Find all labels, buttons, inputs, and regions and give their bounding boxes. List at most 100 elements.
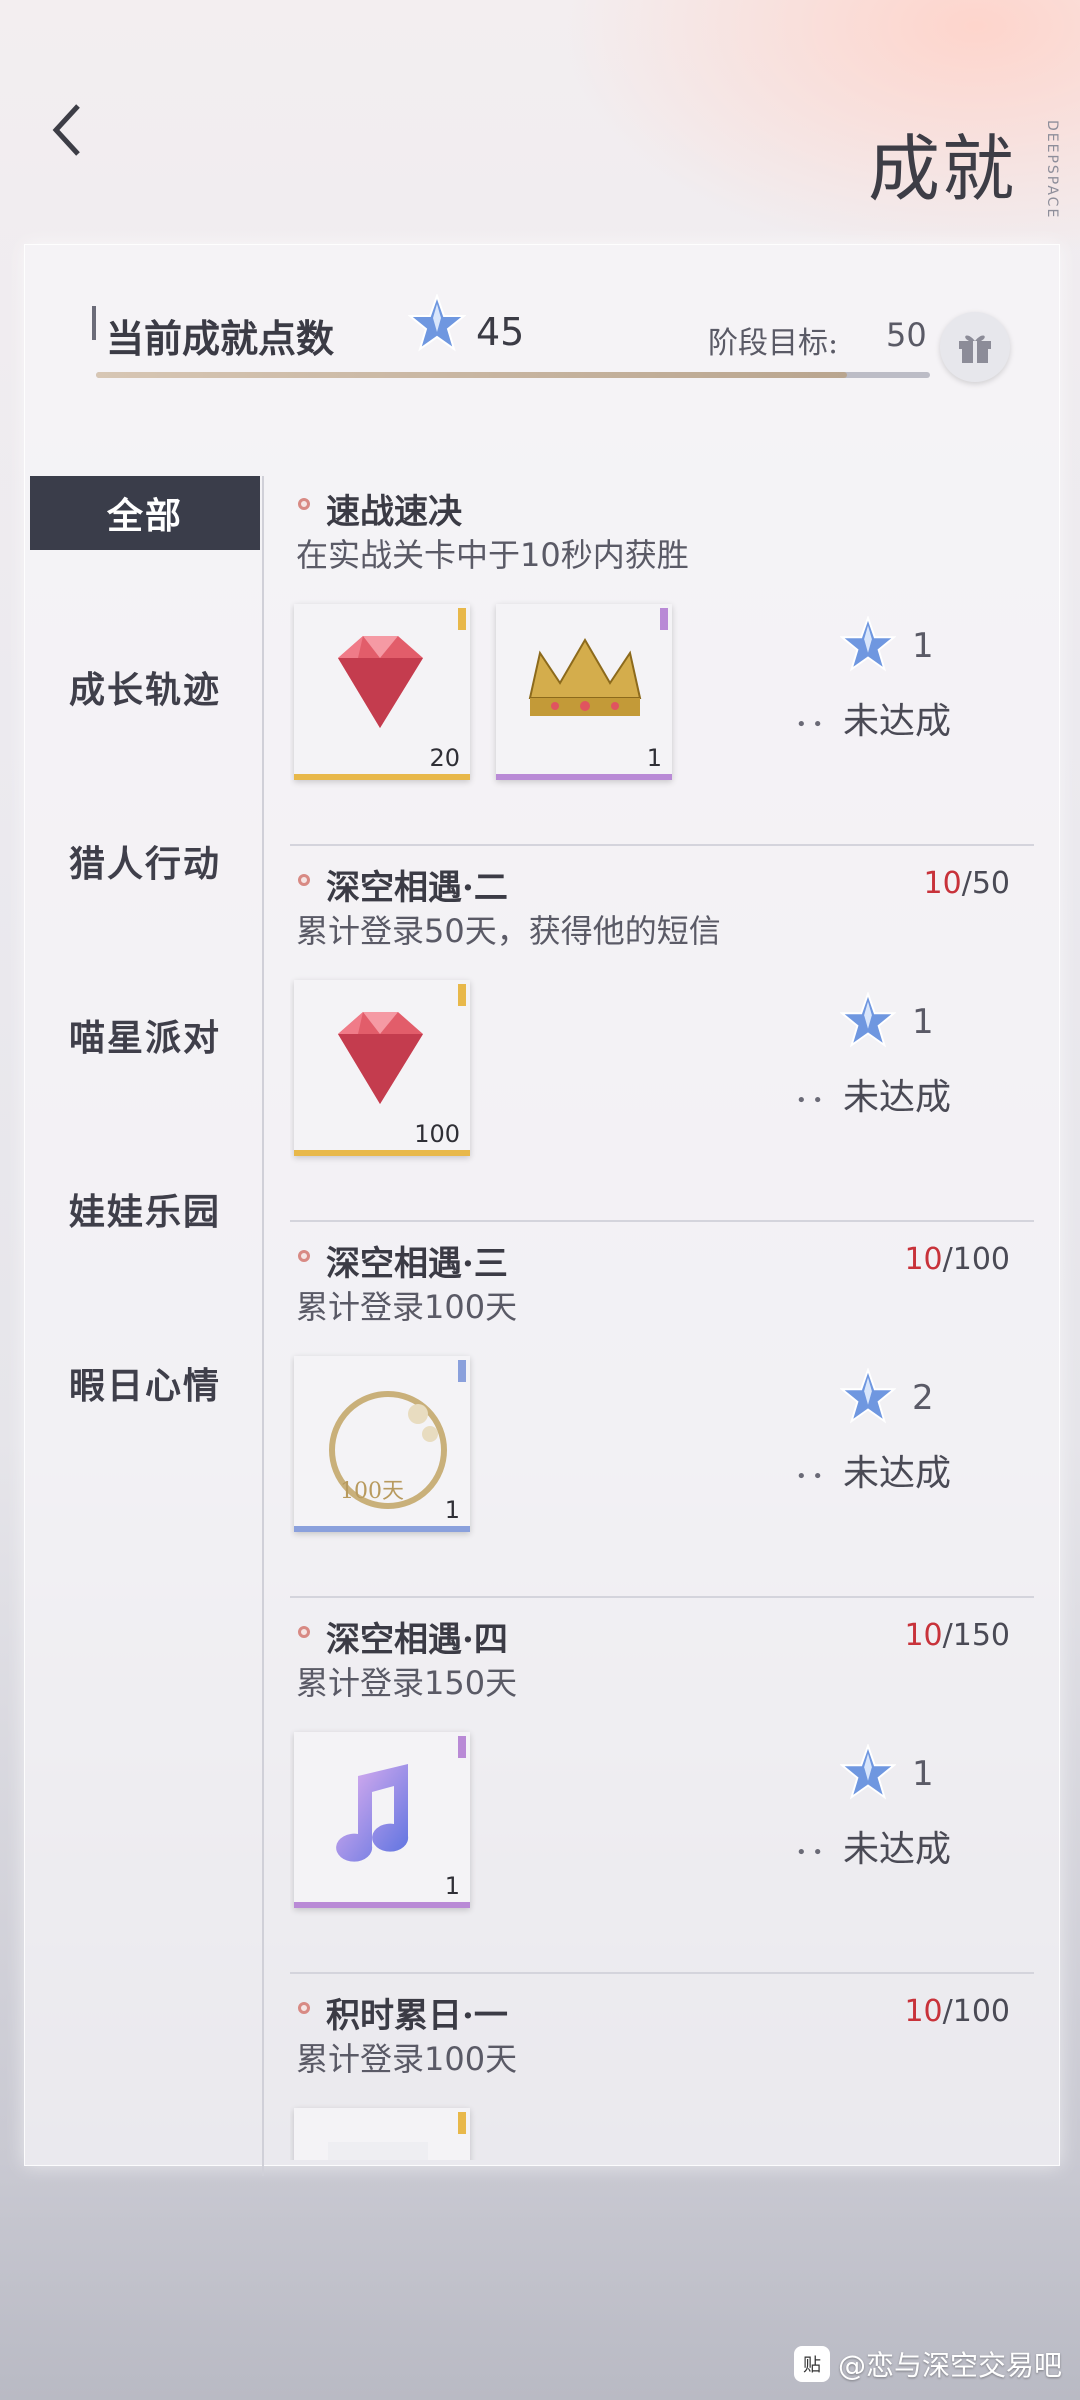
title-dot-icon <box>298 1626 310 1638</box>
points-marker <box>92 306 96 340</box>
red-diamond-icon <box>318 1004 438 1118</box>
achievement-title: 积时累日·一 <box>326 1996 508 2036</box>
status-label: • • 未达成 <box>796 1444 951 1496</box>
achievement-card[interactable]: 速战速决在实战关卡中于10秒内获胜 20 1 1 • • 未达成 <box>290 470 1034 846</box>
reward-item[interactable]: 20 <box>294 604 470 780</box>
progress-current: 10 <box>923 866 962 901</box>
reward-item[interactable] <box>294 2108 470 2160</box>
dots-icon: • • <box>796 713 823 735</box>
back-button[interactable] <box>48 100 88 160</box>
rarity-tag <box>458 2112 466 2134</box>
achievement-list[interactable]: 速战速决 在实战关卡中于10秒内获胜 20 1 1 • • 未达成 深空相遇·二 累计登录50天… <box>290 470 1034 2160</box>
rarity-bar <box>294 1150 470 1156</box>
star-count: 1 <box>912 1002 934 1042</box>
title-dot-icon <box>298 2002 310 2014</box>
reward-quantity: 100 <box>414 1120 460 1148</box>
rarity-bar <box>294 1526 470 1532</box>
achievement-card[interactable]: 积时累日·一累计登录100天 10/100 <box>290 1974 1034 2160</box>
achievement-card[interactable]: 深空相遇·二累计登录50天，获得他的短信 10/50 100 1 • • 未达成 <box>290 846 1034 1222</box>
rarity-tag <box>458 984 466 1006</box>
stage-progress-fill <box>96 372 847 378</box>
achievement-star-icon <box>407 292 467 352</box>
achievement-title: 速战速决 <box>326 492 462 532</box>
achievement-description: 累计登录100天 <box>296 2040 518 2078</box>
achievement-title: 深空相遇·四 <box>326 1620 508 1660</box>
reward-quantity: 20 <box>429 744 460 772</box>
points-label: 当前成就点数 <box>106 316 335 361</box>
title-dot-icon <box>298 1250 310 1262</box>
reward-item[interactable]: 1 <box>294 1732 470 1908</box>
page-title: 成就 <box>867 127 1016 211</box>
sidebar-item-4[interactable]: 娃娃乐园 <box>30 1122 260 1296</box>
rarity-tag <box>458 608 466 630</box>
achievement-title: 深空相遇·二 <box>326 868 508 908</box>
progress-total: /100 <box>942 1994 1010 2029</box>
achievement-star-icon <box>839 615 897 672</box>
progress-current: 10 <box>904 1994 943 2029</box>
rarity-bar <box>496 774 672 780</box>
chevron-left-icon <box>52 104 80 156</box>
dots-icon: • • <box>796 1089 823 1111</box>
floral-frame-icon: 100天 <box>318 1380 458 1524</box>
reward-placeholder-icon <box>318 2132 438 2160</box>
star-count: 2 <box>912 1378 934 1418</box>
status-text: 未达成 <box>842 1077 951 1118</box>
achievement-card[interactable]: 深空相遇·四累计登录150天 10/150 1 1 • • 未达成 <box>290 1598 1034 1974</box>
forum-logo-icon: 贴 <box>793 2346 830 2382</box>
achievement-progress: 10/100 <box>904 1994 1010 2029</box>
stage-reward-button[interactable] <box>940 312 1010 382</box>
gold-crown-icon <box>520 628 650 742</box>
status-text: 未达成 <box>842 701 951 742</box>
watermark-text: @恋与深空交易吧 <box>837 2349 1062 2382</box>
achievement-title: 深空相遇·三 <box>326 1244 508 1284</box>
reward-item[interactable]: 100天 1 <box>294 1356 470 1532</box>
star-count: 1 <box>912 1754 934 1794</box>
achievement-description: 在实战关卡中于10秒内获胜 <box>296 536 689 574</box>
brand-vertical-text: DEEPSPACE <box>1044 120 1060 220</box>
achievement-progress: 10/100 <box>904 1242 1010 1277</box>
sidebar-item-0[interactable]: 全部 <box>30 476 260 550</box>
achievement-star-icon <box>839 1367 897 1424</box>
stage-goal-value: 50 <box>886 316 927 354</box>
progress-total: /150 <box>942 1618 1010 1653</box>
achievement-progress: 10/150 <box>904 1618 1010 1653</box>
category-sidebar: 全部成长轨迹 猎人行动 喵星派对 娃娃乐园 暇日心情 <box>30 476 260 1470</box>
title-dot-icon <box>298 874 310 886</box>
points-value: 45 <box>476 310 525 354</box>
reward-quantity: 1 <box>444 1496 460 1524</box>
achievement-description: 累计登录50天，获得他的短信 <box>296 912 721 950</box>
reward-item[interactable]: 1 <box>496 604 672 780</box>
status-label: • • 未达成 <box>796 692 951 744</box>
red-diamond-icon <box>318 628 438 742</box>
stage-goal-label: 阶段目标: <box>708 326 839 361</box>
title-dot-icon <box>298 498 310 510</box>
rarity-tag <box>458 1360 466 1382</box>
status-label: • • 未达成 <box>796 1068 951 1120</box>
stage-progress-bar <box>96 372 930 378</box>
rarity-bar <box>294 1902 470 1908</box>
achievement-progress: 10/50 <box>924 866 1010 901</box>
sidebar-divider <box>262 476 264 2176</box>
achievement-description: 累计登录150天 <box>296 1664 518 1702</box>
sidebar-item-5[interactable]: 暇日心情 <box>30 1296 260 1470</box>
status-label: • • 未达成 <box>796 1820 951 1872</box>
music-note-icon <box>318 1756 428 1880</box>
status-text: 未达成 <box>842 1453 951 1494</box>
achievement-description: 累计登录100天 <box>296 1288 518 1326</box>
achievement-star-icon <box>839 1743 897 1800</box>
reward-quantity: 1 <box>646 744 662 772</box>
star-count: 1 <box>912 626 934 666</box>
dots-icon: • • <box>796 1841 823 1863</box>
achievement-star-icon <box>839 991 897 1048</box>
achievement-card[interactable]: 深空相遇·三累计登录100天 10/100 100天 1 2 • • 未达成 <box>290 1222 1034 1598</box>
gift-icon <box>959 335 991 363</box>
status-text: 未达成 <box>842 1829 951 1870</box>
reward-item[interactable]: 100 <box>294 980 470 1156</box>
progress-current: 10 <box>904 1618 943 1653</box>
rarity-tag <box>458 1736 466 1758</box>
sidebar-item-1[interactable]: 成长轨迹 <box>30 600 260 774</box>
sidebar-item-2[interactable]: 猎人行动 <box>30 774 260 948</box>
sidebar-item-3[interactable]: 喵星派对 <box>30 948 260 1122</box>
rarity-bar <box>294 774 470 780</box>
reward-quantity: 1 <box>444 1872 460 1900</box>
